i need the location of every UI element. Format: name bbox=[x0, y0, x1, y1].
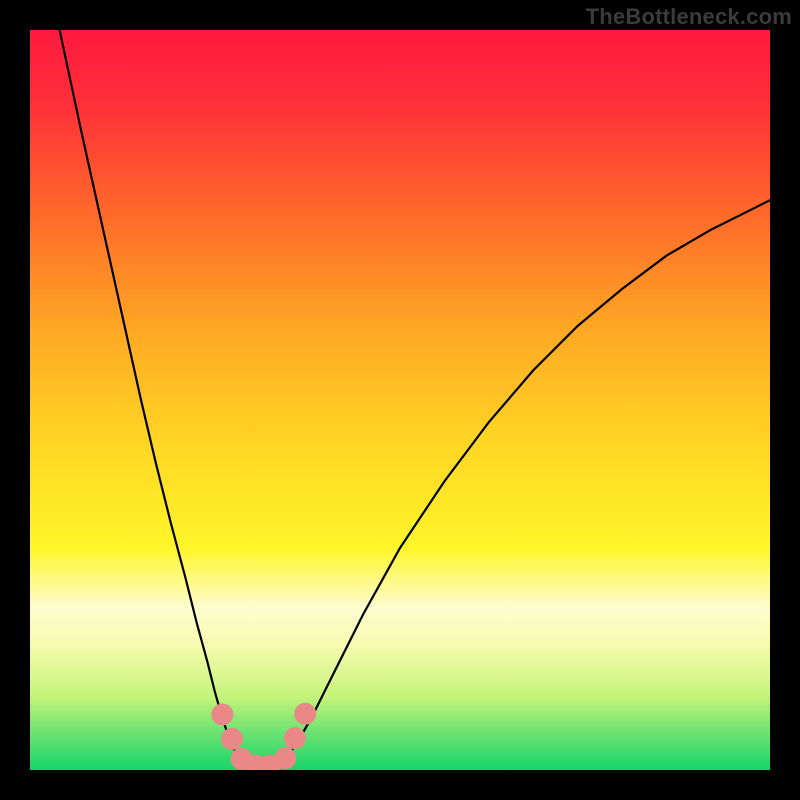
marker-point bbox=[221, 728, 243, 750]
marker-point bbox=[211, 704, 233, 726]
frame: TheBottleneck.com bbox=[0, 0, 800, 800]
watermark: TheBottleneck.com bbox=[586, 4, 792, 30]
bottleneck-chart bbox=[30, 30, 770, 770]
marker-point bbox=[284, 727, 306, 749]
marker-point bbox=[274, 747, 296, 769]
marker-point bbox=[294, 703, 316, 725]
